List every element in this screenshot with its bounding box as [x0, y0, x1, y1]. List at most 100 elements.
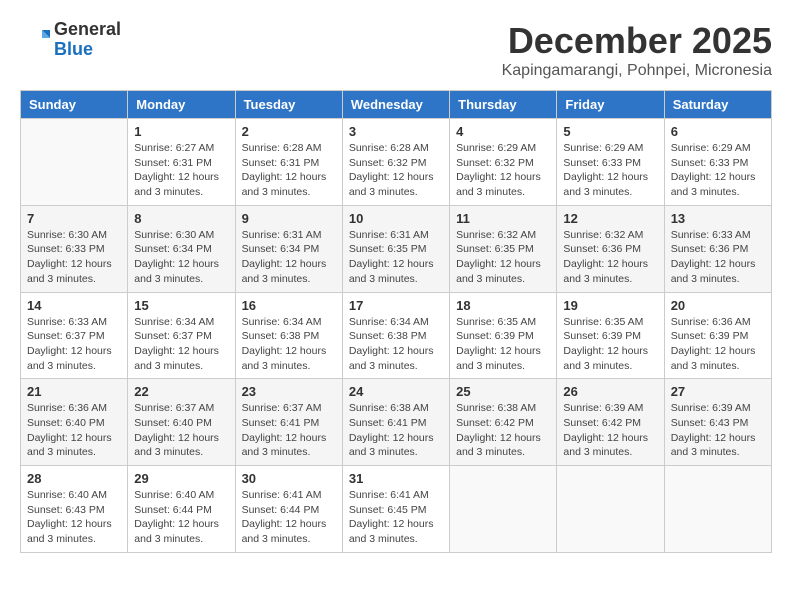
header-tuesday: Tuesday: [235, 91, 342, 119]
day-info: Sunrise: 6:41 AM Sunset: 6:44 PM Dayligh…: [242, 488, 336, 547]
logo: General Blue: [20, 20, 121, 60]
page-header: General Blue December 2025 Kapingamarang…: [20, 20, 772, 80]
day-info: Sunrise: 6:34 AM Sunset: 6:38 PM Dayligh…: [349, 315, 443, 374]
day-info: Sunrise: 6:29 AM Sunset: 6:33 PM Dayligh…: [563, 141, 657, 200]
header-wednesday: Wednesday: [342, 91, 449, 119]
day-info: Sunrise: 6:30 AM Sunset: 6:33 PM Dayligh…: [27, 228, 121, 287]
day-number: 25: [456, 384, 550, 399]
day-info: Sunrise: 6:33 AM Sunset: 6:36 PM Dayligh…: [671, 228, 765, 287]
calendar-cell: 12 Sunrise: 6:32 AM Sunset: 6:36 PM Dayli…: [557, 205, 664, 292]
calendar-week-row: 1Sunrise: 6:27 AM Sunset: 6:31 PM Daylig…: [21, 119, 772, 206]
day-info: Sunrise: 6:39 AM Sunset: 6:42 PM Dayligh…: [563, 401, 657, 460]
day-info: Sunrise: 6:40 AM Sunset: 6:44 PM Dayligh…: [134, 488, 228, 547]
day-info: Sunrise: 6:36 AM Sunset: 6:40 PM Dayligh…: [27, 401, 121, 460]
day-number: 15: [134, 298, 228, 313]
month-title: December 2025: [502, 20, 772, 62]
day-info: Sunrise: 6:37 AM Sunset: 6:41 PM Dayligh…: [242, 401, 336, 460]
day-number: 24: [349, 384, 443, 399]
day-number: 12: [563, 211, 657, 226]
calendar-week-row: 14 Sunrise: 6:33 AM Sunset: 6:37 PM Dayli…: [21, 292, 772, 379]
day-number: 3: [349, 124, 443, 139]
day-number: 20: [671, 298, 765, 313]
calendar-cell: 24 Sunrise: 6:38 AM Sunset: 6:41 PM Dayli…: [342, 379, 449, 466]
calendar-cell: [664, 466, 771, 553]
day-number: 16: [242, 298, 336, 313]
day-number: 14: [27, 298, 121, 313]
calendar-cell: 22 Sunrise: 6:37 AM Sunset: 6:40 PM Dayli…: [128, 379, 235, 466]
day-number: 2: [242, 124, 336, 139]
day-info: Sunrise: 6:29 AM Sunset: 6:33 PM Dayligh…: [671, 141, 765, 200]
calendar-week-row: 7 Sunrise: 6:30 AM Sunset: 6:33 PM Daylig…: [21, 205, 772, 292]
calendar-header-row: SundayMondayTuesdayWednesdayThursdayFrid…: [21, 91, 772, 119]
calendar-week-row: 28Sunrise: 6:40 AM Sunset: 6:43 PM Dayli…: [21, 466, 772, 553]
logo-text: General Blue: [54, 20, 121, 60]
calendar-cell: 4Sunrise: 6:29 AM Sunset: 6:32 PM Daylig…: [450, 119, 557, 206]
calendar-cell: 31 Sunrise: 6:41 AM Sunset: 6:45 PM Dayli…: [342, 466, 449, 553]
calendar-cell: 14 Sunrise: 6:33 AM Sunset: 6:37 PM Dayli…: [21, 292, 128, 379]
calendar-cell: 7 Sunrise: 6:30 AM Sunset: 6:33 PM Daylig…: [21, 205, 128, 292]
day-info: Sunrise: 6:41 AM Sunset: 6:45 PM Dayligh…: [349, 488, 443, 547]
logo-general: General: [54, 20, 121, 40]
calendar-cell: 17Sunrise: 6:34 AM Sunset: 6:38 PM Dayli…: [342, 292, 449, 379]
calendar-cell: 26 Sunrise: 6:39 AM Sunset: 6:42 PM Dayli…: [557, 379, 664, 466]
day-info: Sunrise: 6:31 AM Sunset: 6:34 PM Dayligh…: [242, 228, 336, 287]
day-info: Sunrise: 6:32 AM Sunset: 6:35 PM Dayligh…: [456, 228, 550, 287]
day-number: 4: [456, 124, 550, 139]
calendar-cell: 16 Sunrise: 6:34 AM Sunset: 6:38 PM Dayli…: [235, 292, 342, 379]
day-number: 8: [134, 211, 228, 226]
logo-icon: [20, 25, 50, 55]
calendar-cell: 27 Sunrise: 6:39 AM Sunset: 6:43 PM Dayli…: [664, 379, 771, 466]
day-number: 29: [134, 471, 228, 486]
calendar-cell: 25Sunrise: 6:38 AM Sunset: 6:42 PM Dayli…: [450, 379, 557, 466]
day-info: Sunrise: 6:40 AM Sunset: 6:43 PM Dayligh…: [27, 488, 121, 547]
calendar-cell: [21, 119, 128, 206]
day-info: Sunrise: 6:32 AM Sunset: 6:36 PM Dayligh…: [563, 228, 657, 287]
day-info: Sunrise: 6:35 AM Sunset: 6:39 PM Dayligh…: [456, 315, 550, 374]
day-number: 13: [671, 211, 765, 226]
calendar-cell: 29 Sunrise: 6:40 AM Sunset: 6:44 PM Dayli…: [128, 466, 235, 553]
day-number: 31: [349, 471, 443, 486]
day-info: Sunrise: 6:37 AM Sunset: 6:40 PM Dayligh…: [134, 401, 228, 460]
day-info: Sunrise: 6:33 AM Sunset: 6:37 PM Dayligh…: [27, 315, 121, 374]
day-info: Sunrise: 6:34 AM Sunset: 6:38 PM Dayligh…: [242, 315, 336, 374]
calendar-cell: 11 Sunrise: 6:32 AM Sunset: 6:35 PM Dayli…: [450, 205, 557, 292]
day-number: 26: [563, 384, 657, 399]
calendar-cell: 9Sunrise: 6:31 AM Sunset: 6:34 PM Daylig…: [235, 205, 342, 292]
calendar-cell: 3 Sunrise: 6:28 AM Sunset: 6:32 PM Daylig…: [342, 119, 449, 206]
calendar-cell: 5 Sunrise: 6:29 AM Sunset: 6:33 PM Daylig…: [557, 119, 664, 206]
day-info: Sunrise: 6:39 AM Sunset: 6:43 PM Dayligh…: [671, 401, 765, 460]
calendar-cell: 19Sunrise: 6:35 AM Sunset: 6:39 PM Dayli…: [557, 292, 664, 379]
calendar-cell: 15 Sunrise: 6:34 AM Sunset: 6:37 PM Dayli…: [128, 292, 235, 379]
day-number: 11: [456, 211, 550, 226]
day-info: Sunrise: 6:38 AM Sunset: 6:41 PM Dayligh…: [349, 401, 443, 460]
calendar-cell: 20Sunrise: 6:36 AM Sunset: 6:39 PM Dayli…: [664, 292, 771, 379]
day-number: 10: [349, 211, 443, 226]
day-info: Sunrise: 6:34 AM Sunset: 6:37 PM Dayligh…: [134, 315, 228, 374]
location-title: Kapingamarangi, Pohnpei, Micronesia: [502, 62, 772, 80]
day-number: 5: [563, 124, 657, 139]
calendar-cell: 10 Sunrise: 6:31 AM Sunset: 6:35 PM Dayli…: [342, 205, 449, 292]
calendar-cell: [450, 466, 557, 553]
day-number: 1: [134, 124, 228, 139]
day-number: 18: [456, 298, 550, 313]
calendar-cell: 21 Sunrise: 6:36 AM Sunset: 6:40 PM Dayli…: [21, 379, 128, 466]
day-number: 7: [27, 211, 121, 226]
day-number: 21: [27, 384, 121, 399]
day-info: Sunrise: 6:31 AM Sunset: 6:35 PM Dayligh…: [349, 228, 443, 287]
day-info: Sunrise: 6:28 AM Sunset: 6:32 PM Dayligh…: [349, 141, 443, 200]
calendar-cell: 30Sunrise: 6:41 AM Sunset: 6:44 PM Dayli…: [235, 466, 342, 553]
calendar-cell: [557, 466, 664, 553]
calendar-cell: 23Sunrise: 6:37 AM Sunset: 6:41 PM Dayli…: [235, 379, 342, 466]
calendar-week-row: 21 Sunrise: 6:36 AM Sunset: 6:40 PM Dayli…: [21, 379, 772, 466]
day-info: Sunrise: 6:30 AM Sunset: 6:34 PM Dayligh…: [134, 228, 228, 287]
day-number: 22: [134, 384, 228, 399]
day-number: 27: [671, 384, 765, 399]
calendar-cell: 18 Sunrise: 6:35 AM Sunset: 6:39 PM Dayli…: [450, 292, 557, 379]
title-section: December 2025 Kapingamarangi, Pohnpei, M…: [502, 20, 772, 80]
header-thursday: Thursday: [450, 91, 557, 119]
day-info: Sunrise: 6:35 AM Sunset: 6:39 PM Dayligh…: [563, 315, 657, 374]
header-sunday: Sunday: [21, 91, 128, 119]
calendar-cell: 8 Sunrise: 6:30 AM Sunset: 6:34 PM Daylig…: [128, 205, 235, 292]
calendar-cell: 6 Sunrise: 6:29 AM Sunset: 6:33 PM Daylig…: [664, 119, 771, 206]
day-number: 6: [671, 124, 765, 139]
